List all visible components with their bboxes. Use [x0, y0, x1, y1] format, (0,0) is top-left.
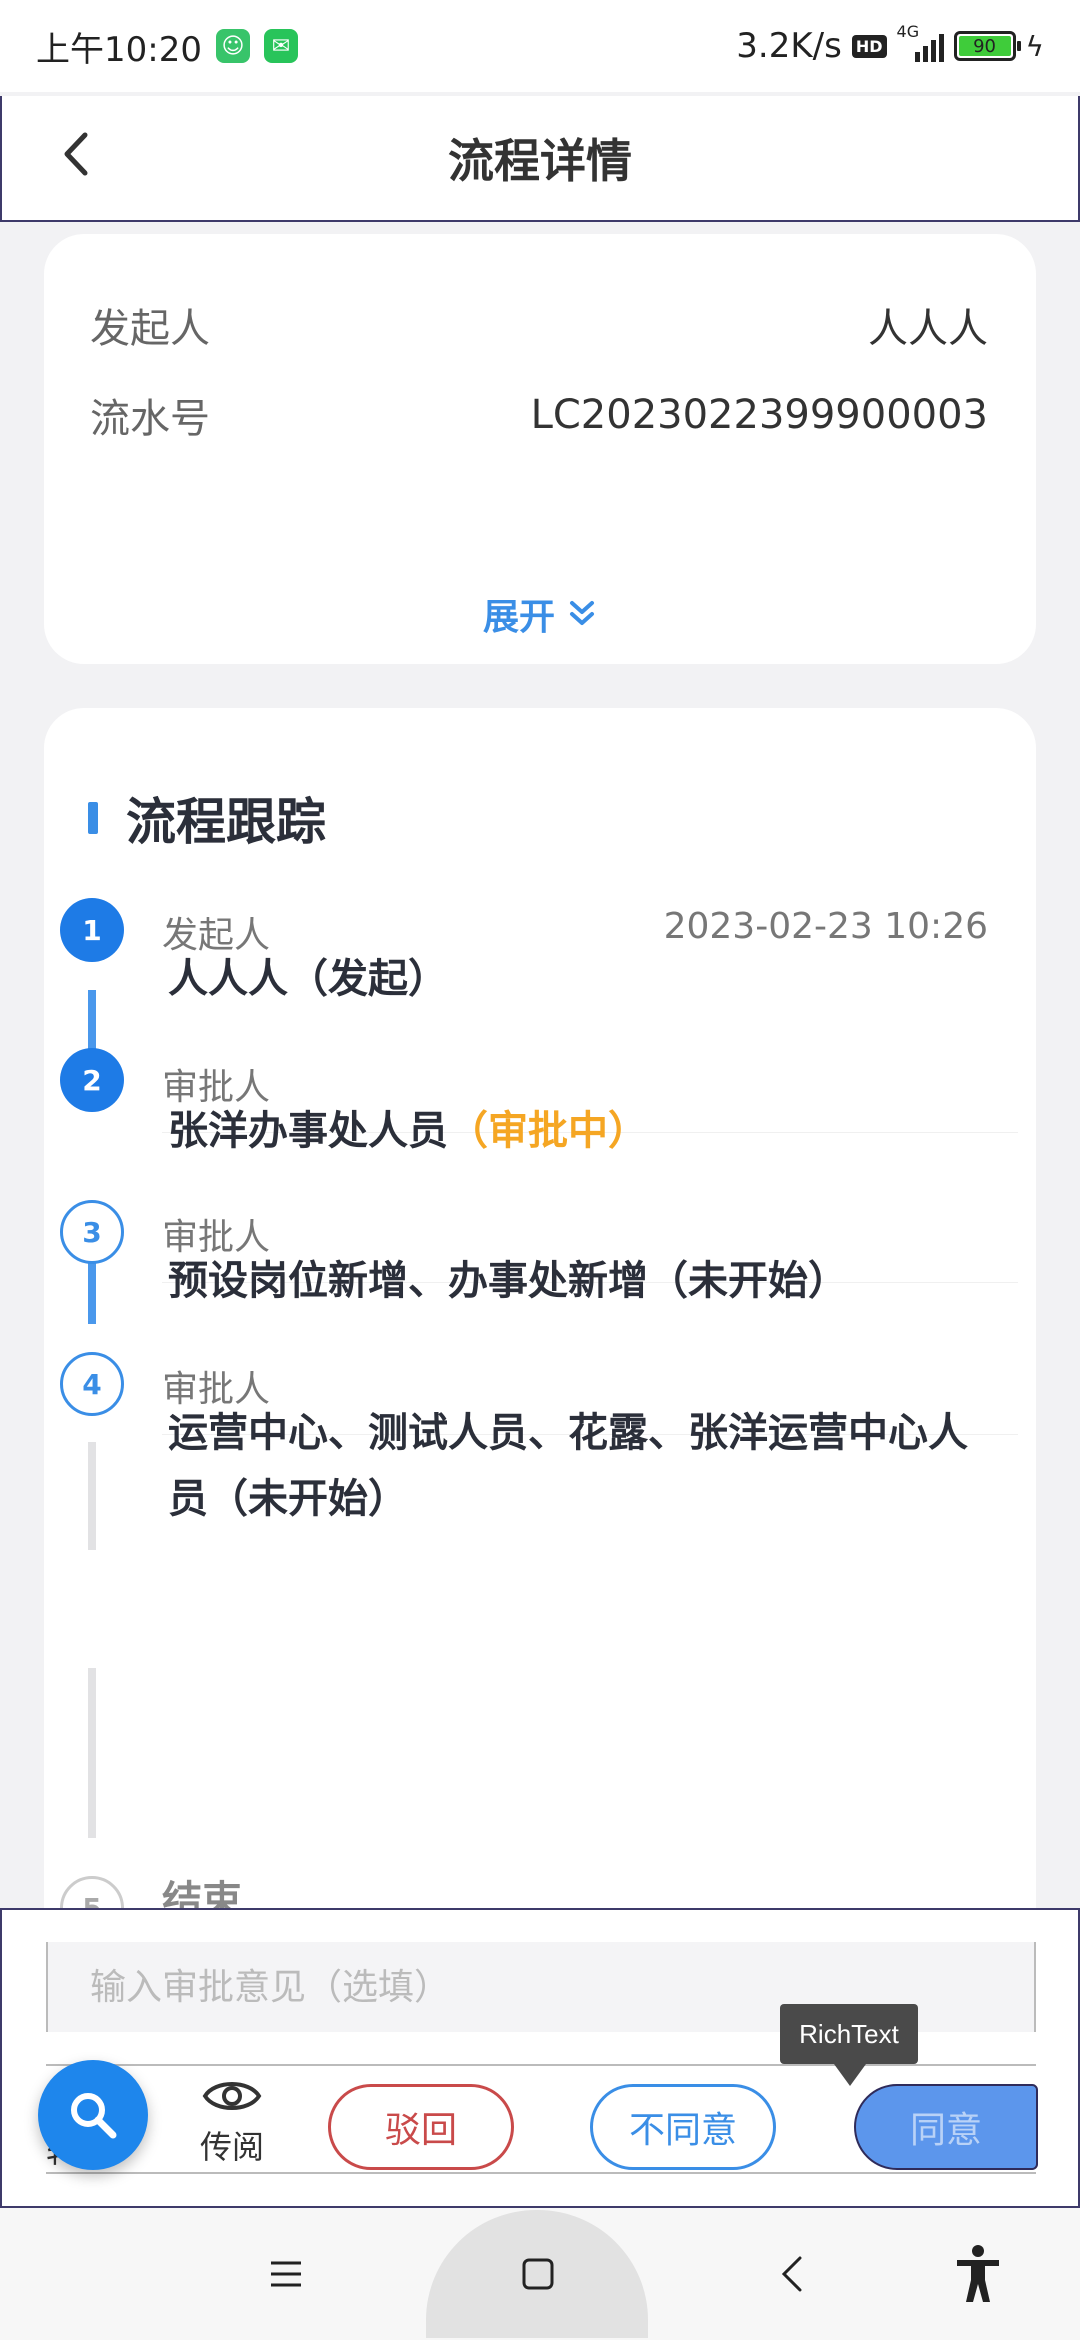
expand-label: 展开 — [482, 597, 555, 638]
step-number-badge: 4 — [60, 1352, 124, 1416]
charging-icon: ϟ — [1025, 29, 1044, 63]
serial-value: LC2023022399900003 — [530, 392, 988, 438]
initiator-label: 发起人 — [90, 306, 210, 352]
circulate-button[interactable]: 传阅 — [182, 2074, 282, 2168]
step-time: 2023-02-23 10:26 — [663, 906, 988, 947]
search-icon — [71, 2093, 117, 2139]
step-number-badge: 3 — [60, 1200, 124, 1264]
approval-panel: 转 传阅 驳回 不同意 同意 — [0, 1908, 1080, 2208]
step-desc-text: 张洋办事处人员 — [168, 1108, 448, 1154]
agree-button[interactable]: 同意 — [854, 2084, 1038, 2170]
battery-level: 90 — [958, 36, 1011, 57]
section-header: 流程跟踪 — [88, 782, 326, 854]
step-number-badge: 1 — [60, 898, 124, 962]
double-chevron-down-icon — [570, 601, 594, 625]
circulate-label: 传阅 — [199, 2128, 264, 2166]
step-description: 张洋办事处人员（审批中） — [168, 1098, 976, 1164]
section-accent-bar — [88, 802, 98, 834]
serial-row: 流水号 LC2023022399900003 — [90, 386, 988, 444]
accessibility-icon — [957, 2245, 999, 2302]
step-description: 预设岗位新增、办事处新增（未开始） — [168, 1258, 848, 1304]
process-tracking-card: 流程跟踪 1 发起人 2023-02-23 10:26 人人人（发起） 2 审批… — [44, 708, 1036, 2008]
menu-icon — [271, 2261, 301, 2287]
section-title: 流程跟踪 — [126, 793, 326, 851]
status-bar: 上午10:20 ☺ ✉ 3.2K/s HD 4G 90 ϟ — [0, 0, 1080, 92]
back-button[interactable] — [46, 124, 106, 184]
app-notification-icon: ☺ — [215, 29, 250, 63]
step-status: （审批中） — [448, 1108, 648, 1154]
back-nav-button[interactable] — [752, 2234, 832, 2314]
serial-label: 流水号 — [90, 396, 210, 442]
menu-button[interactable] — [246, 2234, 326, 2314]
disagree-button[interactable]: 不同意 — [590, 2084, 776, 2170]
accessibility-button[interactable] — [938, 2234, 1018, 2314]
network-type: 4G — [896, 22, 920, 41]
initiator-value: 人人人 — [868, 306, 988, 352]
reject-button[interactable]: 驳回 — [328, 2084, 514, 2170]
page-title: 流程详情 — [448, 134, 632, 188]
search-fab[interactable] — [38, 2060, 148, 2170]
status-time: 上午10:20 — [36, 29, 202, 70]
info-card: 发起人 人人人 流水号 LC2023022399900003 展开 — [44, 234, 1036, 664]
timeline-connector — [88, 1442, 96, 1550]
tooltip: RichText — [780, 2004, 918, 2086]
net-speed: 3.2K/s — [736, 26, 842, 66]
home-icon — [522, 2258, 554, 2290]
system-nav-bar — [0, 2208, 1080, 2340]
signal-icon: 4G — [897, 22, 944, 62]
step-description: 运营中心、测试人员、花露、张洋运营中心人员（未开始） — [168, 1410, 968, 1522]
hd-icon: HD — [851, 34, 887, 58]
action-bar: 转 传阅 驳回 不同意 同意 — [46, 2064, 1038, 2174]
home-button[interactable] — [498, 2234, 578, 2314]
app-header: 流程详情 — [0, 96, 1080, 222]
back-icon — [781, 2256, 802, 2292]
initiator-row: 发起人 人人人 — [90, 296, 988, 354]
chevron-left-icon — [64, 132, 88, 176]
expand-button[interactable]: 展开 — [44, 588, 1036, 640]
timeline-connector — [88, 1668, 96, 1838]
battery-icon: 90 — [953, 31, 1021, 61]
eye-icon — [202, 2082, 262, 2110]
step-description: 人人人（发起） — [168, 956, 448, 1002]
wechat-icon: ✉ — [263, 29, 298, 63]
step-number-badge: 2 — [60, 1048, 124, 1112]
